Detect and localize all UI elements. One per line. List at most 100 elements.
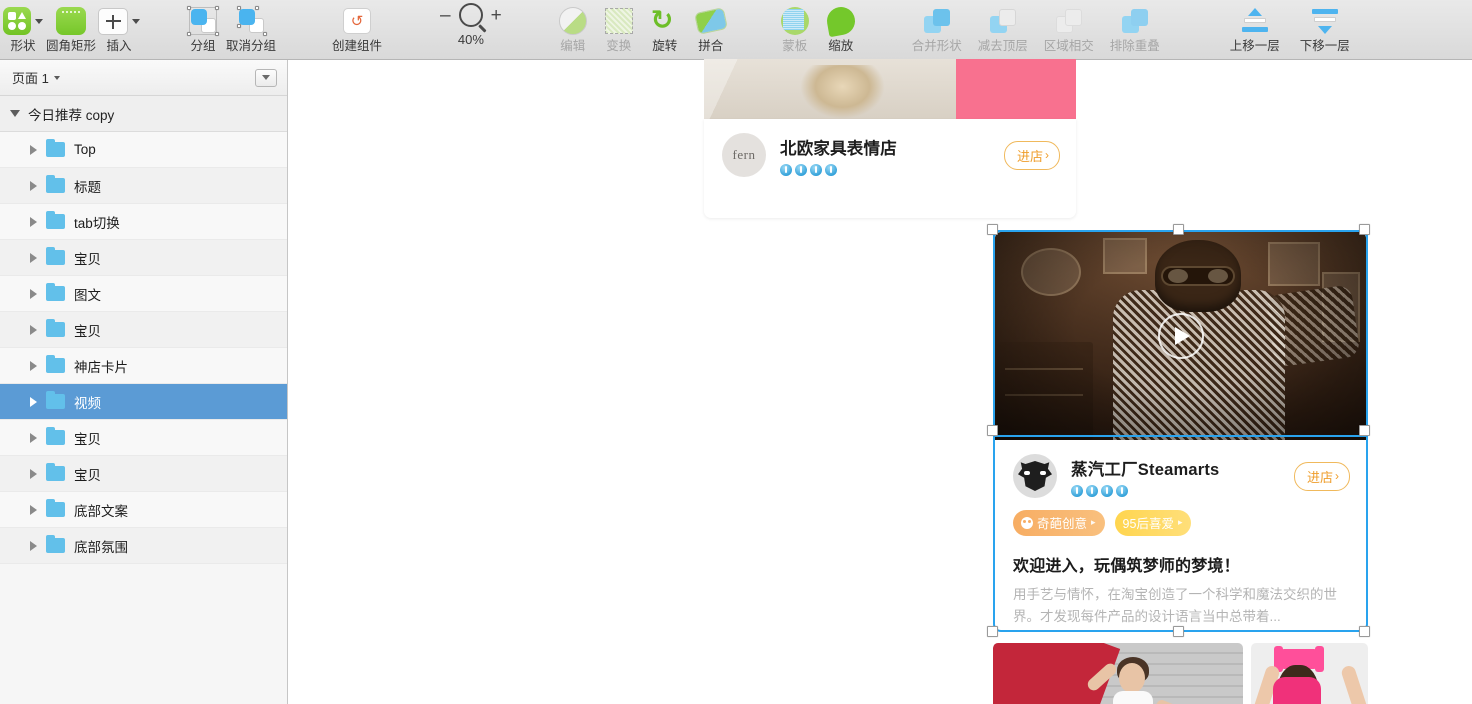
rating-badge-icon: [1116, 484, 1128, 497]
toolbar-group-boolean: 合并形状 减去顶层 区域相交 排除重叠: [904, 0, 1168, 60]
disclosure-triangle-open-icon[interactable]: [10, 110, 20, 117]
layer-row-shipin-selected[interactable]: 视频: [0, 384, 287, 420]
toolbar-button-shape[interactable]: 形状: [0, 0, 46, 58]
toolbar-button-ungroup[interactable]: 取消分组: [226, 0, 276, 58]
layer-label: 宝贝: [74, 323, 101, 339]
toolbar-button-difference[interactable]: 排除重叠: [1102, 0, 1168, 58]
layer-row-tab-switch[interactable]: tab切换: [0, 204, 287, 240]
rating-badge-icon: [795, 163, 807, 176]
chevron-right-icon: ›: [1335, 469, 1339, 483]
page-selector[interactable]: 页面 1: [12, 68, 60, 87]
layer-label: 底部氛围: [74, 539, 128, 555]
disclosure-triangle-icon[interactable]: [30, 180, 37, 191]
folder-icon: [46, 247, 65, 265]
arm-right: [1339, 664, 1368, 704]
subtract-icon: [988, 5, 1018, 37]
disclosure-triangle-icon[interactable]: [30, 468, 37, 479]
enter-shop-button[interactable]: 进店 ›: [1293, 461, 1350, 491]
layer-label: 宝贝: [74, 251, 101, 267]
chevron-down-icon[interactable]: [35, 18, 43, 24]
layer-row-bottom-mood[interactable]: 底部氛围: [0, 528, 287, 564]
page-selector-row[interactable]: 页面 1: [0, 60, 287, 96]
disclosure-triangle-icon[interactable]: [30, 540, 37, 551]
avatar-label: fern: [732, 147, 756, 162]
disclosure-triangle-icon[interactable]: [30, 288, 37, 299]
toolbar-label-mask: 蒙板: [782, 39, 808, 53]
zoom-in-button[interactable]: +: [491, 6, 502, 25]
toolbar-button-scale[interactable]: 缩放: [818, 0, 864, 58]
layer-row-biaoti[interactable]: 标题: [0, 168, 287, 204]
enter-shop-button[interactable]: 进店 ›: [1003, 140, 1060, 170]
layer-row-bottom-copy[interactable]: 底部文案: [0, 492, 287, 528]
disclosure-triangle-icon[interactable]: [30, 144, 37, 155]
toolbar-button-subtract[interactable]: 减去顶层: [970, 0, 1036, 58]
bring-forward-icon: [1240, 5, 1270, 37]
disclosure-triangle-icon[interactable]: [30, 360, 37, 371]
photo-dumbbell[interactable]: [1251, 643, 1368, 704]
layer-row-baobei-3[interactable]: 宝贝: [0, 420, 287, 456]
artboard-row[interactable]: 今日推荐 copy: [0, 96, 287, 132]
send-backward-icon: [1310, 5, 1340, 37]
layer-row-tuwen[interactable]: 图文: [0, 276, 287, 312]
rating-badge-icon: [1071, 484, 1083, 497]
shop-name: 蒸汽工厂Steamarts: [1071, 460, 1220, 479]
chevron-down-icon[interactable]: [132, 18, 141, 24]
layer-row-baobei-2[interactable]: 宝贝: [0, 312, 287, 348]
toolbar-button-transform[interactable]: 变换: [596, 0, 642, 58]
page-options-icon[interactable]: [255, 68, 277, 87]
design-canvas[interactable]: fern 北欧家具表情店 进店 › 蒸汽工厂Steamarts 进店 › 奇葩创…: [289, 59, 1472, 704]
toolbar-label-subtract: 减去顶层: [977, 39, 1028, 53]
toolbar-button-rotate[interactable]: ↻ 旋转: [642, 0, 688, 58]
layer-label: 神店卡片: [74, 359, 128, 375]
folder-icon: [46, 319, 65, 337]
edit-icon: [558, 5, 587, 37]
bottom-photo-row[interactable]: [993, 643, 1368, 704]
toolbar-label-edit: 编辑: [560, 39, 586, 53]
toolbar-button-union[interactable]: 合并形状: [904, 0, 970, 58]
toolbar-button-bring-forward[interactable]: 上移一层: [1220, 0, 1290, 58]
skull-icon: [1021, 516, 1033, 529]
toolbar-label-bring-forward: 上移一层: [1229, 39, 1280, 53]
tag-post95[interactable]: 95后喜爱 ▸: [1114, 510, 1192, 536]
toolbar-button-mask[interactable]: 蒙板: [772, 0, 818, 58]
toolbar-button-send-backward[interactable]: 下移一层: [1290, 0, 1360, 58]
toolbar-button-group[interactable]: 分组: [180, 0, 226, 58]
rating-badge-icon: [825, 163, 837, 176]
layer-label: 底部文案: [74, 503, 128, 519]
shop-card-nordic[interactable]: fern 北欧家具表情店 进店 ›: [704, 119, 1076, 218]
disclosure-triangle-icon[interactable]: [30, 252, 37, 263]
toolbar-button-create-symbol[interactable]: ↺ 创建组件: [318, 0, 396, 58]
folder-icon: [46, 427, 65, 445]
toolbar-label-insert: 插入: [106, 39, 132, 53]
disclosure-triangle-icon[interactable]: [30, 216, 37, 227]
disclosure-triangle-icon[interactable]: [30, 432, 37, 443]
disclosure-triangle-icon[interactable]: [30, 504, 37, 515]
shop-card-steamarts[interactable]: 蒸汽工厂Steamarts 进店 › 奇葩创意 ▸ 95后喜爱 ▸ 欢迎进入，玩…: [995, 232, 1366, 630]
toolbar-label-union: 合并形状: [911, 39, 962, 53]
toolbar-button-rounded-rect[interactable]: 圆角矩形: [46, 0, 96, 58]
folder-icon: [46, 283, 65, 301]
toolbar-label-send-backward: 下移一层: [1299, 39, 1350, 53]
tag-creative[interactable]: 奇葩创意 ▸: [1013, 510, 1105, 536]
mask-icon: [780, 5, 809, 37]
chevron-right-icon: ▸: [1177, 517, 1183, 527]
play-icon[interactable]: [1157, 313, 1204, 359]
layer-row-baobei-4[interactable]: 宝贝: [0, 456, 287, 492]
disclosure-triangle-icon[interactable]: [30, 324, 37, 335]
layer-label: 标题: [74, 179, 101, 195]
layer-row-baobei-1[interactable]: 宝贝: [0, 240, 287, 276]
disclosure-triangle-icon[interactable]: [30, 396, 37, 407]
toolbar-button-edit[interactable]: 编辑: [550, 0, 596, 58]
toolbar-button-flatten[interactable]: 拼合: [688, 0, 734, 58]
video-thumbnail[interactable]: [995, 232, 1366, 440]
layer-row-shendian-card[interactable]: 神店卡片: [0, 348, 287, 384]
toolbar-group-grouping: 分组 取消分组: [180, 0, 276, 60]
top-card-photo[interactable]: [704, 59, 1076, 119]
photo-dancer[interactable]: [993, 643, 1243, 704]
toolbar-button-intersect[interactable]: 区域相交: [1036, 0, 1102, 58]
magnifier-icon[interactable]: [458, 3, 483, 27]
toolbar-button-insert[interactable]: 插入: [96, 0, 142, 58]
zoom-out-button[interactable]: –: [440, 6, 451, 25]
insert-plus-icon: [98, 5, 141, 37]
layer-row-top[interactable]: Top: [0, 132, 287, 168]
